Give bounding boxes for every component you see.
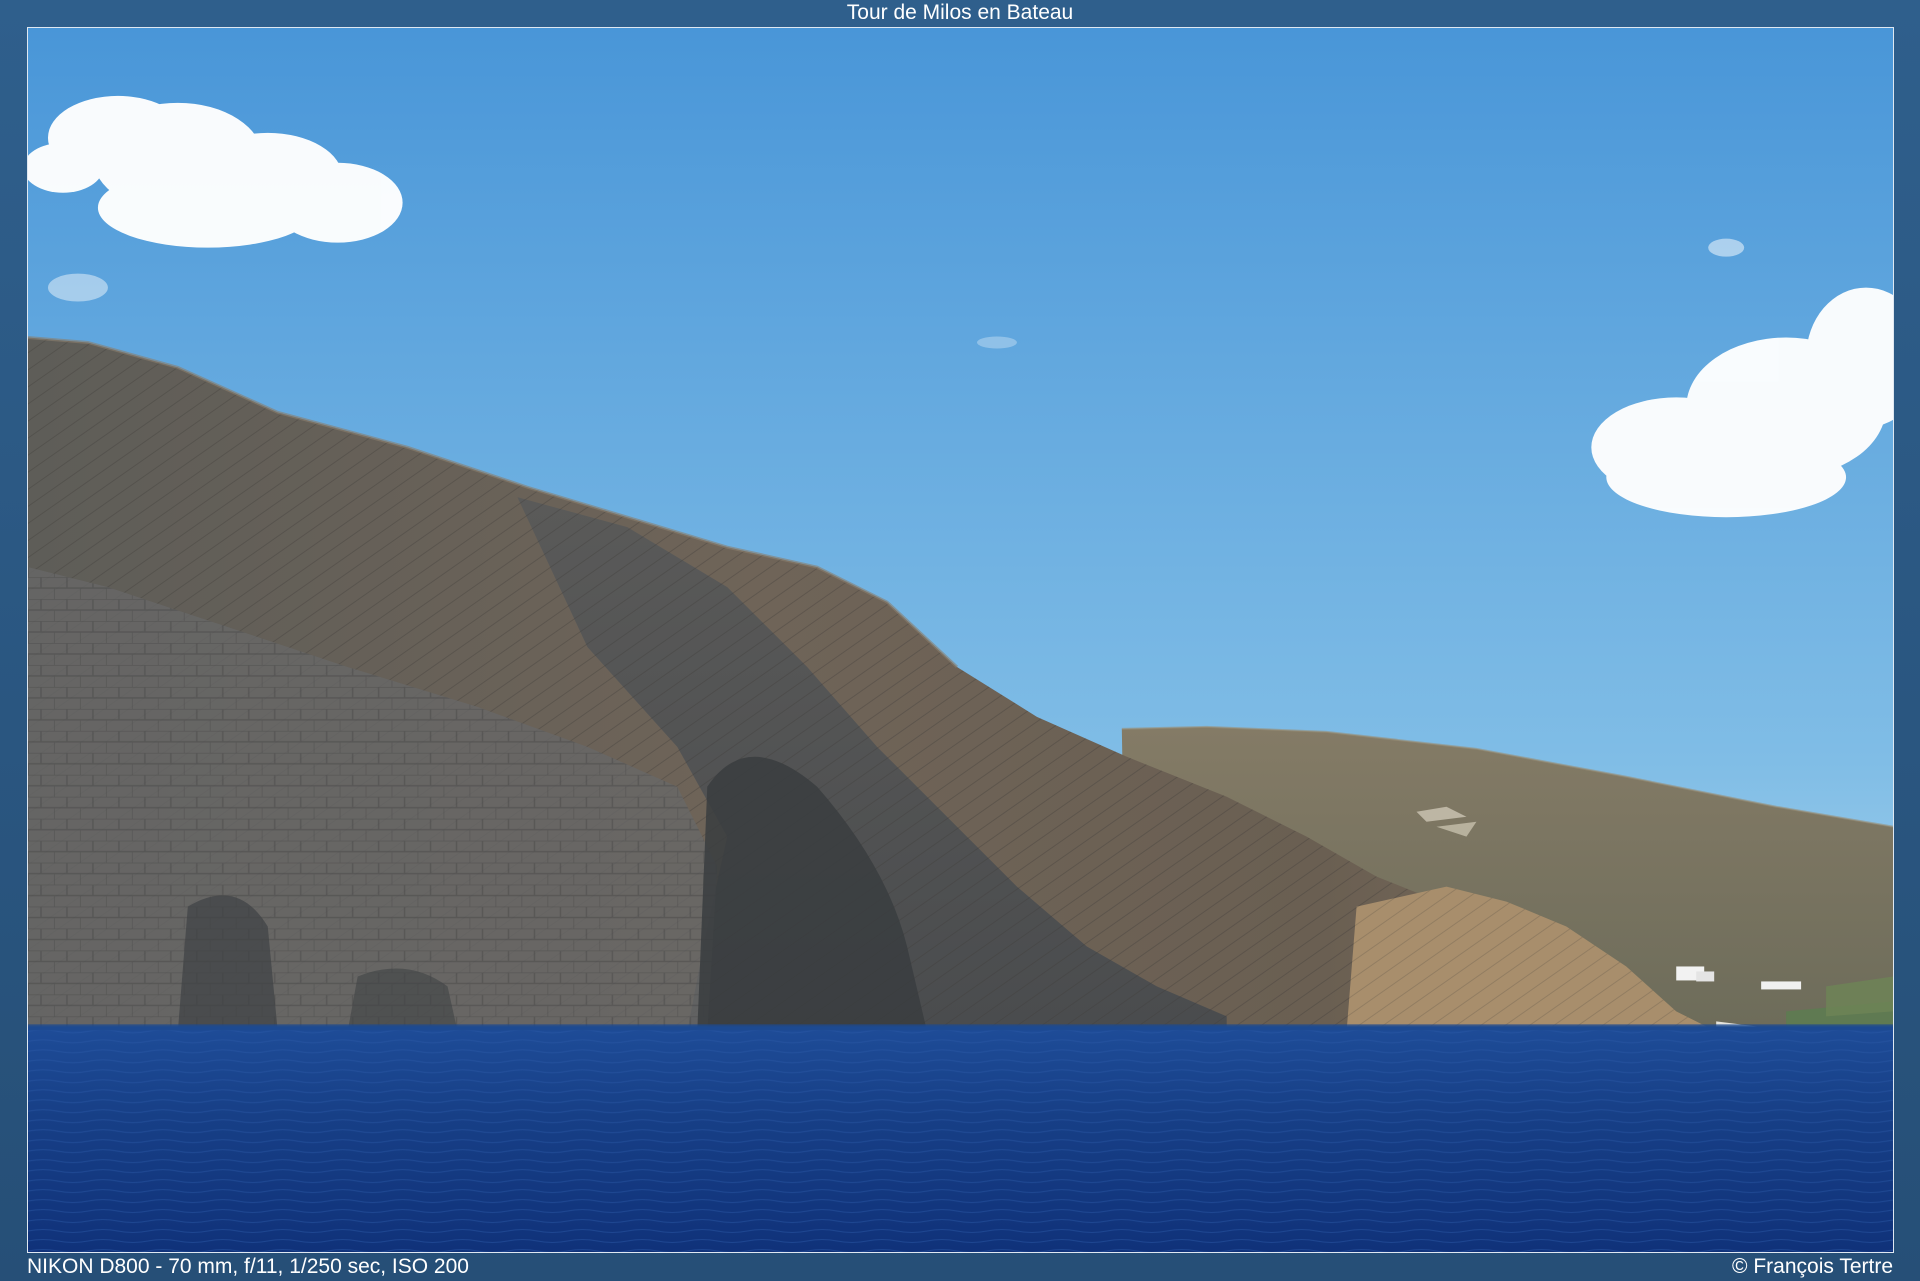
photo-viewer: Tour de Milos en Bateau NIKON D800 - 70 … <box>0 0 1920 1281</box>
photo-image[interactable] <box>27 27 1894 1253</box>
photo-title: Tour de Milos en Bateau <box>846 1 1074 24</box>
exif-caption: NIKON D800 - 70 mm, f/11, 1/250 sec, ISO… <box>27 1255 469 1278</box>
copyright-caption: © François Tertre <box>1732 1255 1893 1278</box>
